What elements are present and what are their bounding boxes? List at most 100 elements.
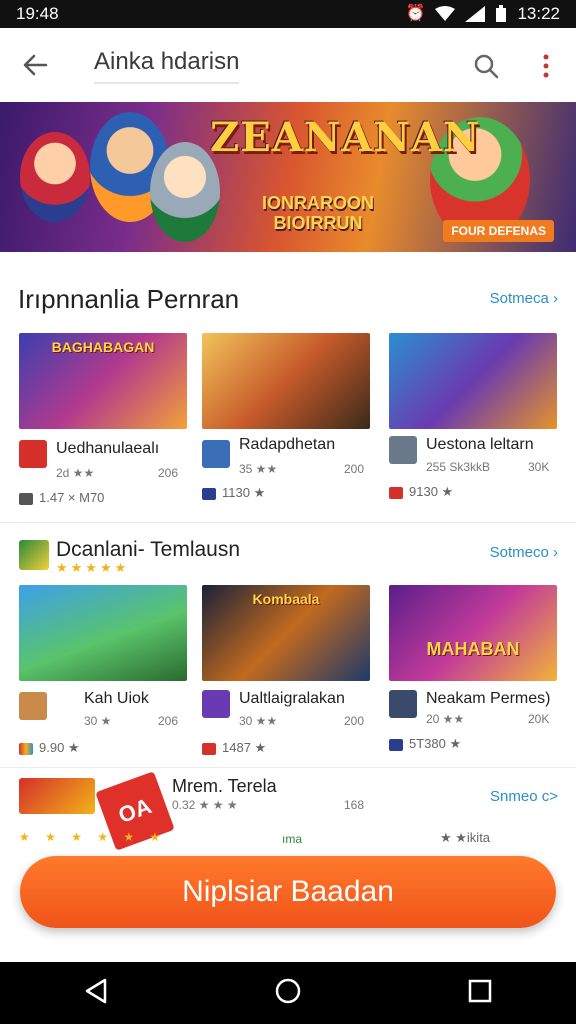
signal-icon [465,6,486,22]
app-card-banner-text: BAGHABAGAN [51,339,155,355]
app-name: Kah Uiok [84,690,149,707]
app-mini-icon [389,486,403,499]
section-title-3: Mrem. Terela [172,776,277,796]
app-meta-text: 9130 ★ [409,484,454,499]
app-meta: 5T380 ★ [389,736,461,752]
app-card[interactable]: MAHABAN [389,585,557,681]
search-button[interactable] [466,46,506,86]
divider [0,767,576,768]
see-more-label-2: Sotmeco [489,544,549,561]
page-title: Ainka hdarisn [94,48,240,75]
app-card-banner-text: MAHABAN [426,639,520,659]
app-rating: 30 ★ [84,714,112,728]
status-icons: ⏰ 13:22 [406,4,560,24]
section-3-meta: ★ ★ikita [440,830,491,845]
nav-recents-button[interactable] [467,978,493,1009]
nav-back-button[interactable] [83,977,109,1010]
battery-icon [496,5,507,22]
see-more-link-3[interactable]: Snmeo c> [490,788,558,805]
section-title-2: Dcanlani- Temlausn [56,538,241,561]
see-more-link-2[interactable]: Sotmeco › [490,544,558,561]
section-3-thumbnail [19,778,95,814]
divider [0,522,576,523]
app-icon [19,692,47,720]
app-downloads: 20K [528,712,550,726]
app-card-image [389,333,557,429]
app-card[interactable]: Kombaala [202,585,370,681]
app-rating: 35 ★★ [239,462,278,476]
more-vertical-icon [543,54,549,78]
section-star-rating: ★★★★★ [56,560,130,575]
app-card[interactable] [389,333,557,429]
app-meta: 9130 ★ [389,484,453,500]
square-recents-icon [469,979,492,1002]
section-3-mini-label: ıma [282,832,303,846]
banner-subtitle-line2: BIOIRRUN [273,212,363,233]
app-name: Ualtlaigralakan [239,690,345,707]
banner-subtitle-line1: IONRAROON [262,193,374,213]
section-title-1: Irıpnnanlia Pernran [18,284,240,314]
section-3-star-row: ★ ★ ★ ★ ★ ★ [19,830,167,844]
navigation-bar [0,962,576,1024]
nav-home-button[interactable] [274,977,302,1010]
app-icon [389,436,417,464]
status-clock: 13:22 [517,4,560,23]
app-rating: 30 ★★ [239,714,278,728]
search-icon [474,54,499,79]
app-icon [202,440,230,468]
banner-title: ZEANANAN [210,114,481,161]
app-name: Radapdhetan [239,436,336,453]
app-card[interactable]: BAGHABAGAN [19,333,187,429]
back-button[interactable] [0,28,70,102]
app-rating: 2d ★★ [56,466,95,480]
app-rating: 255 Sk3kkB [426,460,491,474]
section-icon [19,540,49,570]
app-card-banner-text: Kombaala [252,591,320,607]
see-more-label-1: Sotmeca [489,290,549,307]
app-meta-text: 5T380 ★ [409,736,462,751]
triangle-back-icon [85,978,106,1003]
app-meta-text: 1130 ★ [222,485,266,500]
app-meta-text: 1.47 × M70 [39,490,105,505]
app-meta-text: 9.90 ★ [39,740,80,755]
app-name: Uestona leltarn [426,436,534,453]
app-card-image: MAHABAN [389,585,557,681]
app-downloads: 30K [528,460,550,474]
app-meta: 1.47 × M70 [19,490,104,505]
app-rating: 20 ★★ [426,712,465,726]
app-mini-icon [19,742,33,755]
see-more-link-1[interactable]: Sotmeca › [490,290,558,307]
back-arrow-icon [23,54,48,76]
app-card-image [202,333,370,429]
app-downloads: 206 [158,714,179,728]
app-bar: Ainka hdarisn [0,28,576,102]
app-card-image: BAGHABAGAN [19,333,187,429]
featured-banner[interactable]: ZEANANAN IONRAROON BIOIRRUN FOUR DEFENAS [0,102,576,252]
search-query-field[interactable]: Ainka hdarisn [94,48,240,84]
install-button[interactable]: Niplsiar Baadan [20,856,556,928]
section-3-downloads: 168 [344,798,365,812]
app-card[interactable] [19,585,187,681]
app-downloads: 200 [344,462,365,476]
banner-subtitle: IONRAROON BIOIRRUN [262,193,374,234]
app-card[interactable] [202,333,370,429]
app-mini-icon [202,487,216,500]
app-mini-icon [19,492,33,505]
hero-character-1 [20,132,90,222]
status-bar: 19:48 ⏰ 13:22 [0,0,576,28]
app-name: Neakam Permes) [426,690,551,707]
app-downloads: 206 [158,466,179,480]
status-time: 19:48 [16,4,59,23]
app-meta: 1130 ★ [202,485,265,501]
app-downloads: 200 [344,714,365,728]
banner-tag: FOUR DEFENAS [443,220,554,242]
app-card-image [19,585,187,681]
overflow-menu-button[interactable] [532,46,560,86]
app-meta-text: 1487 ★ [222,740,267,755]
circle-home-icon [275,978,301,1003]
app-meta: 9.90 ★ [19,740,80,756]
app-icon [389,690,417,718]
app-icon [202,690,230,718]
chevron-right-icon: › [553,290,558,307]
alarm-icon: ⏰ [405,5,426,22]
